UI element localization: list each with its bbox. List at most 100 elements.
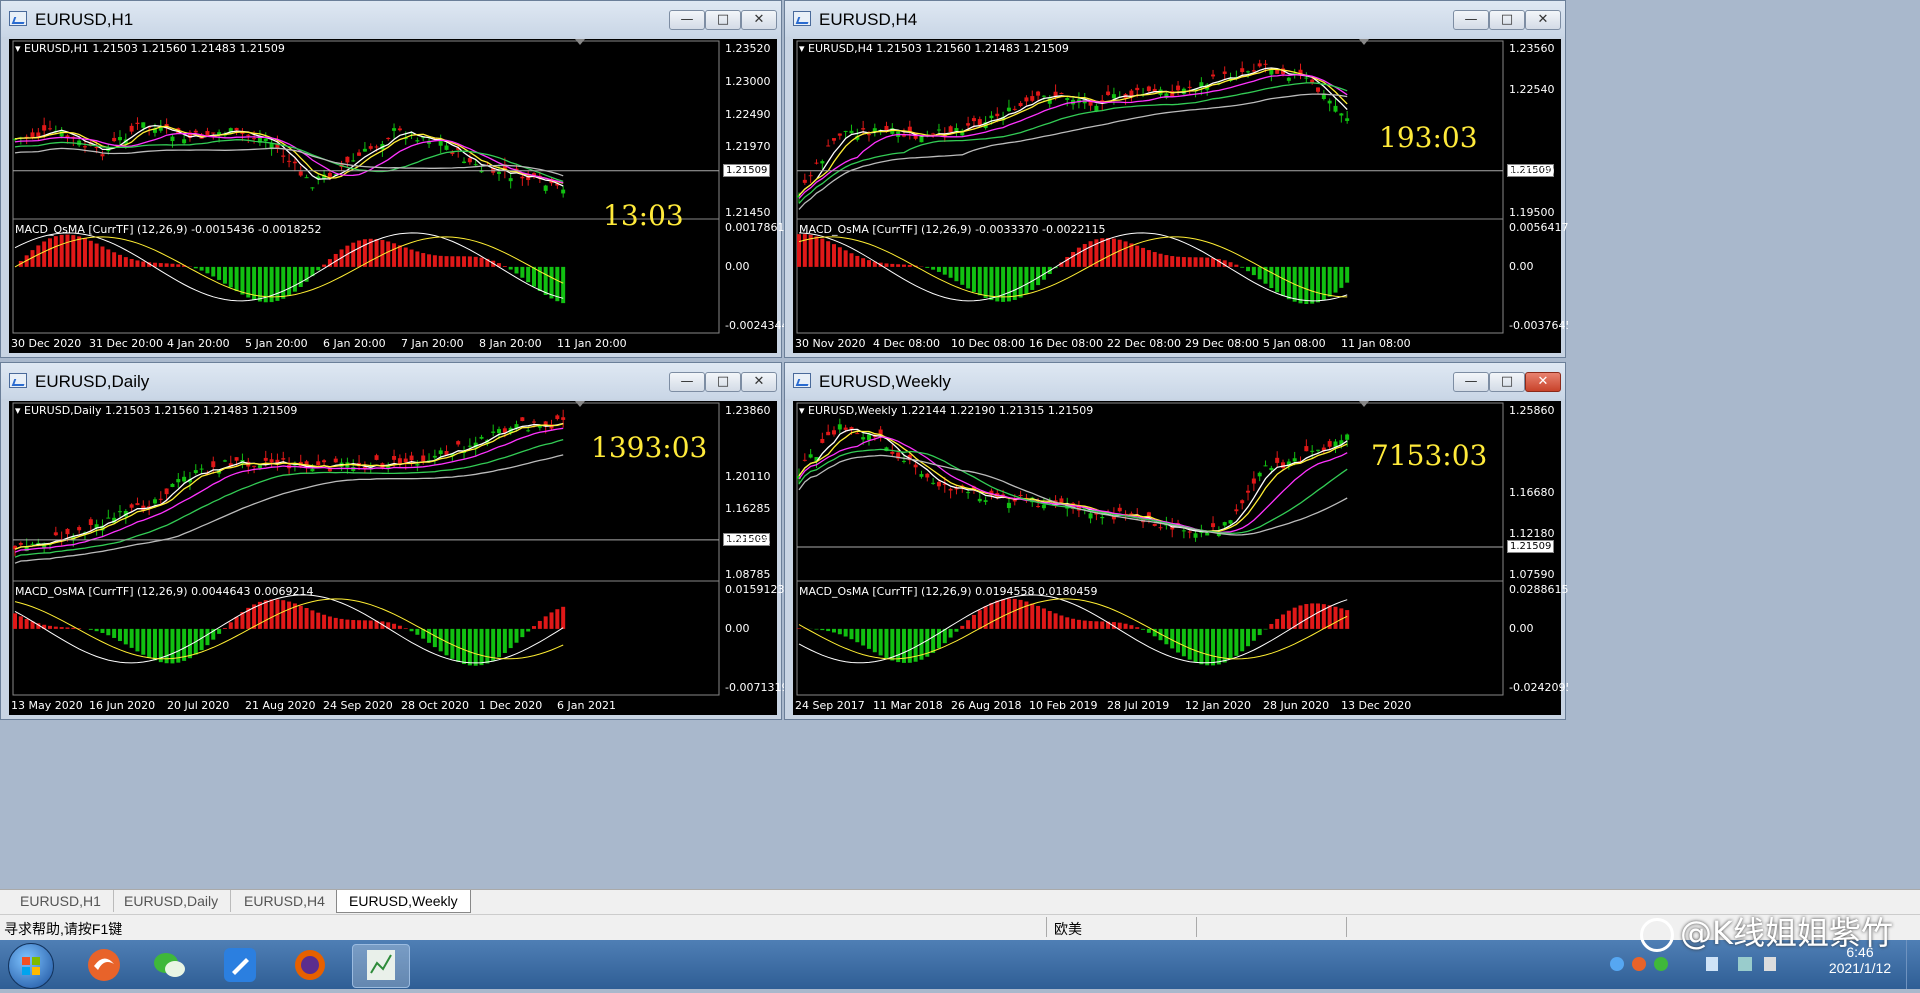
start-button[interactable] [8,943,54,989]
taskbar-app-wechat[interactable] [142,944,198,986]
window-titlebar[interactable]: EURUSD,Weekly — □ ✕ [785,363,1565,399]
candle-body [966,123,970,125]
candle-body [1246,71,1250,72]
maximize-button[interactable]: □ [705,10,741,30]
macd-histogram-bar [1258,267,1262,279]
chart-window-h4[interactable]: EURUSD,H4 — □ ✕ ▾ EURUSD,H4 1.21503 1.21… [784,0,1566,358]
candle-body [520,177,524,179]
candle-body [1042,96,1046,97]
macd-histogram-bar [106,629,110,635]
close-button[interactable]: ✕ [741,10,777,30]
candle-body [1036,92,1040,96]
macd-histogram-bar [902,265,906,267]
taskbar-app-firefox[interactable] [282,944,338,986]
macd-histogram-bar [861,629,865,646]
close-button[interactable]: ✕ [1525,10,1561,30]
taskbar-app-metatrader[interactable] [352,944,410,988]
macd-histogram-bar [170,264,174,267]
candle-body [1304,78,1308,79]
candle-body [316,461,320,465]
candle-body [65,529,69,534]
minimize-button[interactable]: — [669,10,705,30]
chart-shift-marker-icon[interactable] [575,39,585,45]
chart-window-daily[interactable]: EURUSD,Daily — □ ✕ ▾ EURUSD,Daily 1.2150… [0,362,782,720]
candle-body [820,439,824,443]
taskbar-app-browser[interactable] [76,944,132,986]
tray-volume-icon[interactable] [1764,957,1776,971]
price-chart[interactable]: ▾ EURUSD,Daily 1.21503 1.21560 1.21483 1… [9,401,777,715]
taskbar-app-notes[interactable] [212,944,268,986]
tray-wechat-icon[interactable] [1654,957,1668,971]
candle-body [404,459,408,463]
chart-shift-marker-icon[interactable] [1359,401,1369,407]
time-axis-label: 16 Jun 2020 [89,699,155,712]
candle-body [36,132,40,136]
macd-histogram-bar [1287,611,1291,629]
candle-body [1293,458,1297,461]
window-titlebar[interactable]: EURUSD,H1 — □ ✕ [1,1,781,37]
chart-shift-marker-icon[interactable] [1359,39,1369,45]
macd-histogram-bar [1147,629,1151,633]
candle-body [1269,468,1273,470]
macd-scale-label: -0.0037645 [1509,319,1572,332]
minimize-button[interactable]: — [669,372,705,392]
macd-histogram-bar [890,264,894,267]
candle-body [48,128,52,129]
tray-network-icon[interactable] [1738,957,1752,971]
maximize-button[interactable]: □ [1489,372,1525,392]
macd-histogram-bar [211,267,215,277]
time-axis-label: 20 Jul 2020 [167,699,229,712]
price-chart[interactable]: ▾ EURUSD,Weekly 1.22144 1.22190 1.21315 … [793,401,1561,715]
price-chart[interactable]: ▾ EURUSD,H4 1.21503 1.21560 1.21483 1.21… [793,39,1561,353]
macd-scale-label: -0.0071319 [725,681,788,694]
macd-histogram-bar [485,629,489,664]
macd-histogram-bar [141,262,145,267]
tab-eurusd-weekly[interactable]: EURUSD,Weekly [336,890,471,913]
price-scale-label: 1.08785 [725,568,771,581]
candle-body [1188,531,1192,532]
macd-histogram-bar [1124,624,1128,629]
chart-shift-marker-icon[interactable] [575,401,585,407]
window-titlebar[interactable]: EURUSD,H4 — □ ✕ [785,1,1565,37]
candle-body [77,527,81,530]
macd-histogram-bar [135,629,139,652]
macd-histogram-bar [235,267,239,291]
maximize-button[interactable]: □ [1489,10,1525,30]
candle-body [1281,462,1285,468]
macd-indicator-label: MACD_OsMA [CurrTF] (12,26,9) 0.0044643 0… [15,585,314,598]
close-button[interactable]: ✕ [741,372,777,392]
macd-scale-label: -0.0242095 [1509,681,1572,694]
macd-histogram-bar [1106,238,1110,267]
tab-eurusd-h4[interactable]: EURUSD,H4 [232,890,338,912]
candle-body [1264,465,1268,466]
minimize-button[interactable]: — [1453,372,1489,392]
chart-window-weekly[interactable]: EURUSD,Weekly — □ ✕ ▾ EURUSD,Weekly 1.22… [784,362,1566,720]
tray-cloud-icon[interactable] [1610,957,1624,971]
tray-shield-icon[interactable] [1706,957,1718,971]
price-chart[interactable]: ▾ EURUSD,H1 1.21503 1.21560 1.21483 1.21… [9,39,777,353]
tray-icons[interactable] [1610,954,1800,976]
macd-histogram-bar [838,629,842,634]
workspace-background [0,722,1568,889]
tab-eurusd-daily[interactable]: EURUSD,Daily [112,890,231,912]
candle-body [809,454,813,457]
price-scale-label: 1.23000 [725,75,771,88]
minimize-button[interactable]: — [1453,10,1489,30]
show-desktop-button[interactable] [1906,940,1920,989]
window-titlebar[interactable]: EURUSD,Daily — □ ✕ [1,363,781,399]
close-button[interactable]: ✕ [1525,372,1561,392]
maximize-button[interactable]: □ [705,372,741,392]
candle-body [925,474,929,478]
candle-body [1223,522,1227,525]
chart-window-h1[interactable]: EURUSD,H1 — □ ✕ ▾ EURUSD,H1 1.21503 1.21… [0,0,782,358]
tray-app-icon[interactable] [1632,957,1646,971]
macd-histogram-bar [820,629,824,630]
macd-histogram-bar [844,250,848,267]
tab-eurusd-h1[interactable]: EURUSD,H1 [8,890,114,912]
pen-note-icon [212,944,268,986]
macd-histogram-bar [124,629,128,644]
candle-body [1304,446,1308,451]
macd-histogram-bar [1194,629,1198,662]
bar-countdown-timer: 1393:03 [591,431,707,464]
candle-body [468,446,472,447]
